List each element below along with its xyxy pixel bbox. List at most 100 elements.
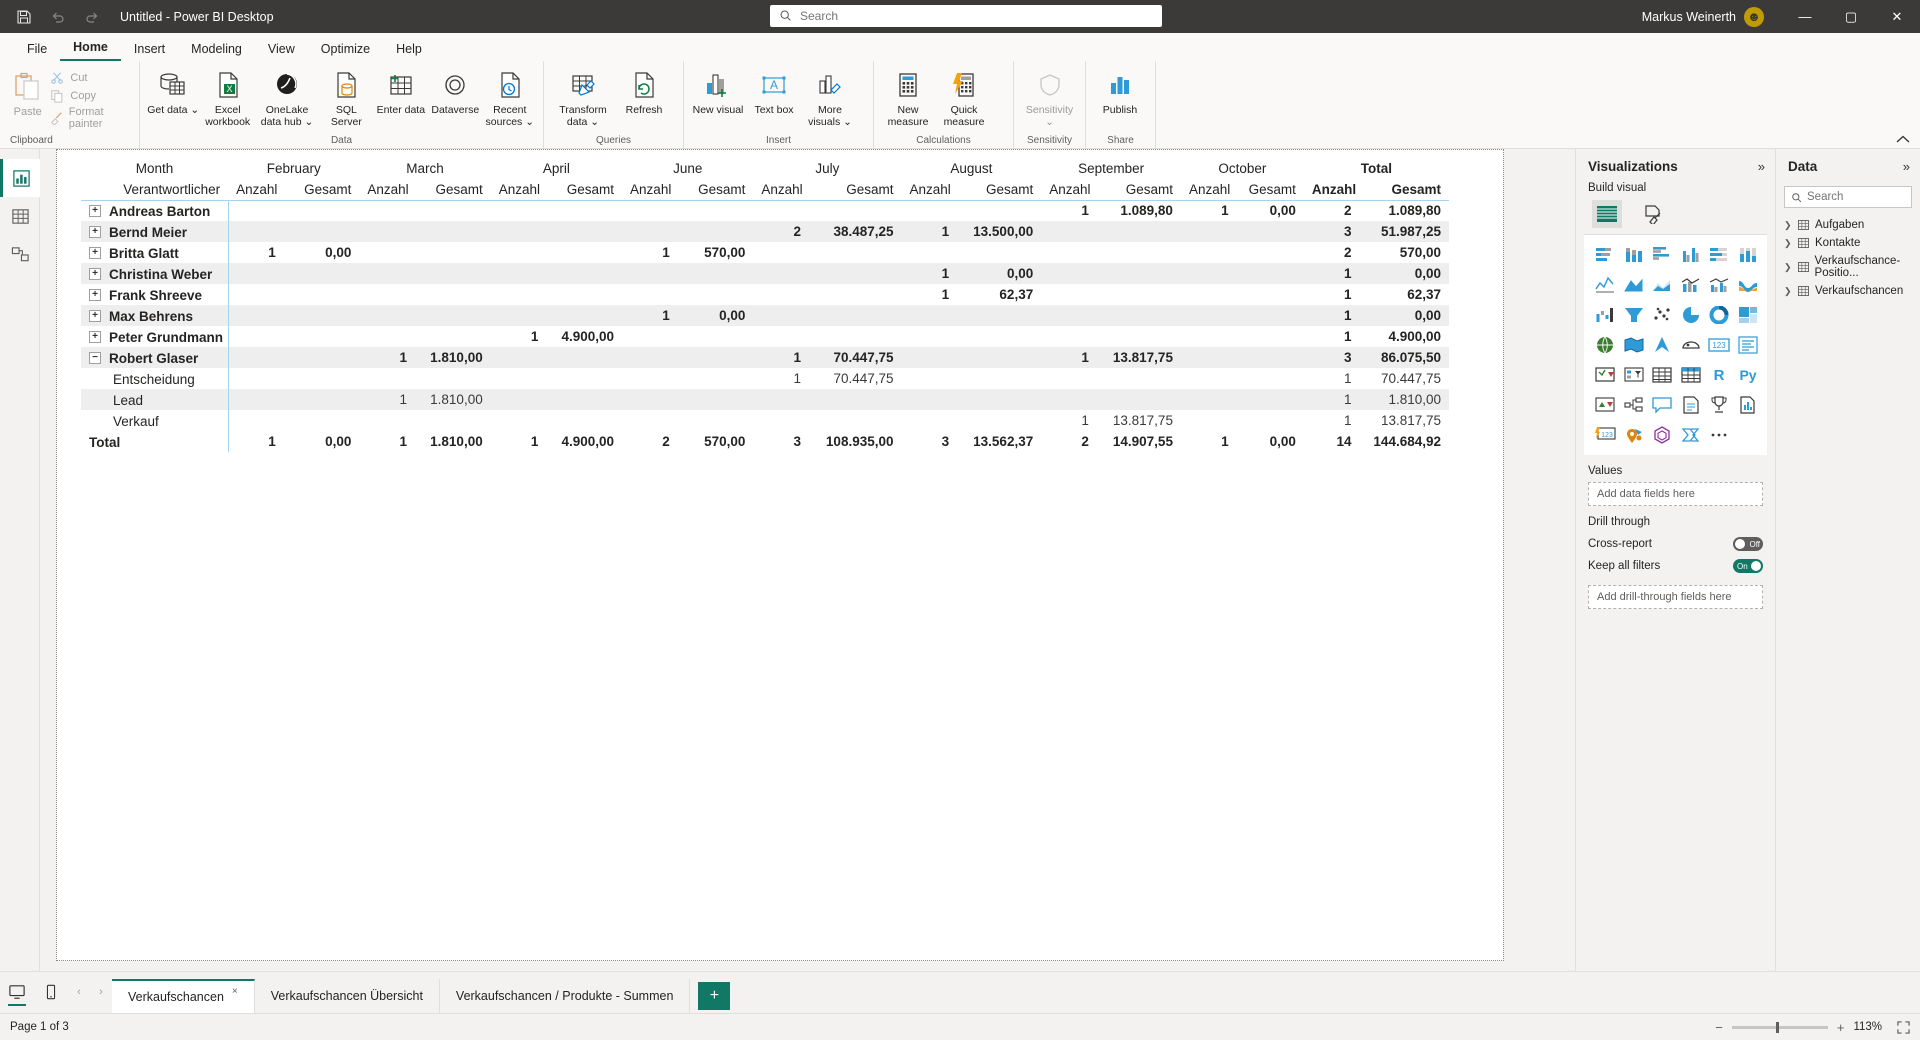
format-visual-tab[interactable] — [1638, 200, 1668, 228]
copy-button[interactable]: Copy — [49, 88, 133, 104]
arcgis-map-icon[interactable] — [1678, 333, 1704, 357]
row-label-cell[interactable]: + Britta Glatt — [81, 242, 229, 263]
zoom-slider[interactable] — [1731, 1021, 1828, 1033]
page-tab-verkaufschancen-produkte-summen[interactable]: Verkaufschancen / Produkte - Summen — [439, 979, 691, 1013]
avatar[interactable]: ☻ — [1744, 6, 1764, 27]
expand-icon[interactable]: + — [89, 267, 101, 280]
value-cell[interactable] — [283, 263, 360, 284]
value-cell[interactable]: 13.817,75 — [1097, 410, 1181, 431]
cross-report-toggle[interactable]: Off — [1733, 537, 1763, 551]
value-cell[interactable] — [753, 263, 810, 284]
value-cell[interactable] — [359, 368, 415, 389]
row-label-cell[interactable]: Lead — [81, 389, 229, 410]
value-cell[interactable]: 1 — [902, 284, 958, 305]
row-label-cell[interactable]: Total — [81, 431, 229, 452]
value-cell[interactable] — [546, 410, 622, 431]
page-tab-verkaufschancen[interactable]: Verkaufschancen × — [112, 979, 255, 1013]
sub-header-gesamt-august[interactable]: Gesamt — [957, 179, 1042, 201]
total-cell[interactable]: 0,00 — [1359, 263, 1449, 284]
value-cell[interactable]: 1 — [901, 263, 958, 284]
value-cell[interactable] — [902, 200, 958, 221]
row-header-verantwortlicher[interactable]: Verantwortlicher — [81, 179, 229, 201]
total-cell[interactable]: 51.987,25 — [1359, 221, 1449, 242]
value-cell[interactable] — [1097, 326, 1181, 347]
value-cell[interactable] — [622, 368, 678, 389]
value-cell[interactable] — [546, 200, 622, 221]
redo-icon[interactable] — [82, 7, 102, 27]
data-search-input[interactable] — [1807, 191, 1905, 203]
value-cell[interactable]: 0,00 — [1237, 200, 1304, 221]
value-cell[interactable] — [622, 389, 678, 410]
value-cell[interactable]: 4.900,00 — [546, 431, 622, 452]
decomposition-tree-icon[interactable] — [1621, 393, 1647, 417]
total-cell[interactable]: 13.817,75 — [1360, 410, 1449, 431]
sub-header-anzahl-july[interactable]: Anzahl — [753, 179, 810, 201]
total-cell[interactable]: 1.089,80 — [1360, 200, 1449, 221]
total-cell[interactable]: 1 — [1304, 326, 1360, 347]
value-cell[interactable]: 1.810,00 — [415, 431, 491, 452]
value-cell[interactable] — [902, 368, 958, 389]
scatter-chart-icon[interactable] — [1649, 303, 1675, 327]
month-header-august[interactable]: August — [902, 158, 1042, 179]
value-cell[interactable] — [228, 326, 284, 347]
stacked-bar-chart-icon[interactable] — [1592, 243, 1618, 267]
value-cell[interactable] — [1096, 389, 1181, 410]
table-icon[interactable] — [1649, 363, 1675, 387]
month-header-october[interactable]: October — [1181, 158, 1304, 179]
value-cell[interactable] — [491, 410, 547, 431]
row-label-cell[interactable]: + Peter Grundmann — [81, 326, 229, 347]
value-cell[interactable]: 14.907,55 — [1097, 431, 1181, 452]
value-cell[interactable] — [1180, 221, 1237, 242]
month-header-april[interactable]: April — [491, 158, 622, 179]
value-cell[interactable] — [546, 368, 622, 389]
quick-measure-button[interactable]: Quick measure — [936, 66, 992, 128]
collapse-icon[interactable]: − — [89, 351, 101, 364]
sub-header-gesamt-february[interactable]: Gesamt — [283, 179, 360, 201]
power-automate-icon[interactable] — [1678, 423, 1704, 447]
multi-row-card-icon[interactable] — [1735, 333, 1761, 357]
pie-chart-icon[interactable] — [1678, 303, 1704, 327]
value-cell[interactable]: 0,00 — [284, 242, 360, 263]
value-cell[interactable]: 1 — [491, 326, 547, 347]
table-row[interactable]: − Robert Glaser 1 1.810,00 1 70.447,75 1 13.817… — [81, 347, 1449, 368]
value-cell[interactable]: 1 — [359, 389, 416, 410]
value-cell[interactable] — [415, 221, 491, 242]
total-cell[interactable]: 70.447,75 — [1360, 368, 1449, 389]
total-cell[interactable]: 1 — [1304, 284, 1360, 305]
value-cell[interactable] — [359, 326, 415, 347]
value-cell[interactable]: 13.500,00 — [957, 221, 1042, 242]
value-cell[interactable] — [1041, 284, 1097, 305]
value-cell[interactable] — [283, 389, 360, 410]
key-influencers-icon[interactable] — [1592, 393, 1618, 417]
tab-help[interactable]: Help — [383, 42, 435, 61]
values-dropzone[interactable]: Add data fields here — [1588, 482, 1763, 506]
sub-header-anzahl-february[interactable]: Anzahl — [228, 179, 284, 201]
value-cell[interactable] — [622, 200, 678, 221]
tab-insert[interactable]: Insert — [121, 42, 178, 61]
clustered-bar-chart-icon[interactable] — [1649, 243, 1675, 267]
data-table-item[interactable]: ❯ Kontakte — [1776, 234, 1920, 252]
arcgis-maps-icon[interactable] — [1621, 423, 1647, 447]
value-cell[interactable] — [490, 221, 547, 242]
value-cell[interactable] — [1236, 305, 1304, 326]
value-cell[interactable] — [957, 326, 1041, 347]
value-cell[interactable] — [957, 347, 1042, 368]
value-cell[interactable] — [228, 221, 284, 242]
value-cell[interactable]: 0,00 — [957, 263, 1042, 284]
value-cell[interactable] — [228, 410, 284, 431]
paste-button[interactable]: Paste — [6, 66, 49, 118]
value-cell[interactable] — [1181, 242, 1237, 263]
value-cell[interactable] — [491, 284, 547, 305]
global-search[interactable] — [770, 5, 1162, 27]
r-script-icon[interactable]: R — [1706, 363, 1732, 387]
add-page-button[interactable]: + — [698, 982, 731, 1010]
value-cell[interactable]: 570,00 — [678, 431, 754, 452]
value-cell[interactable] — [809, 284, 901, 305]
value-cell[interactable] — [753, 326, 809, 347]
value-cell[interactable] — [228, 263, 284, 284]
data-table-item[interactable]: ❯ Verkaufschance-Positio... — [1776, 252, 1920, 282]
total-cell[interactable]: 2 — [1304, 200, 1360, 221]
value-cell[interactable] — [622, 410, 678, 431]
build-visual-tab[interactable] — [1592, 200, 1622, 228]
line-chart-icon[interactable] — [1592, 273, 1618, 297]
